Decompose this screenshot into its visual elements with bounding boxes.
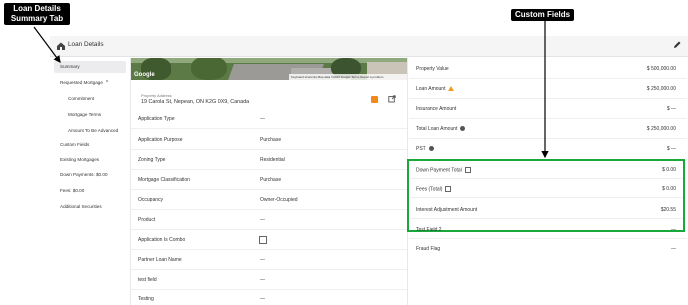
loan-details-callout: Loan Details Summary Tab (4, 3, 70, 25)
test-field-2-value: — (671, 227, 676, 233)
fees-total-label: Fees (Total) (416, 186, 443, 193)
sidebar-item-fees[interactable]: Fees: $0.00 (54, 185, 126, 197)
property-address-value: 19 Carola St, Nepean, ON K2G 0X9, Canada (141, 99, 250, 105)
property-address-label: Property Address (141, 93, 172, 98)
sidebar-item-commitment[interactable]: Commitment (62, 93, 126, 105)
page-title: Loan Details (68, 41, 104, 48)
external-link-icon[interactable] (445, 186, 452, 192)
loan-amount-label: Loan Amount (416, 86, 446, 92)
google-logo: Google (134, 72, 155, 78)
total-loan-amount-value: $ 250,000.00 (646, 126, 676, 132)
down-payment-total-row: Down Payment Total (416, 167, 471, 173)
application-is-combo-label: Application Is Combo (138, 237, 186, 243)
copy-address-button[interactable] (371, 96, 378, 103)
property-value-label: Property Value (416, 66, 449, 72)
street-view-map[interactable]: Google Keyboard shortcuts Map data ©2023… (131, 58, 407, 80)
total-loan-amount-label: Total Loan Amount (416, 126, 458, 132)
product-value: — (260, 217, 265, 223)
application-purpose-label: Application Purpose (138, 137, 183, 143)
application-is-combo-checkbox[interactable] (259, 236, 267, 244)
info-icon[interactable] (428, 146, 434, 152)
testing-label: Testing (138, 296, 154, 302)
sidebar-item-additional-securities[interactable]: Additional Securities (54, 201, 126, 213)
property-value-value: $ 500,000.00 (646, 66, 676, 72)
mortgage-classification-label: Mortgage Classification (138, 177, 190, 183)
insurance-amount-value: $ — (666, 106, 676, 112)
test-field-value: — (260, 277, 265, 283)
zoning-type-value: Residential (260, 157, 285, 163)
map-credits[interactable]: Keyboard shortcuts Map data ©2023 Google… (289, 74, 407, 80)
sidebar: Summary Requested Mortgage ^ Commitment M… (50, 58, 128, 305)
application-purpose-value: Purchase (260, 137, 282, 143)
sidebar-item-mortgage-terms[interactable]: Mortgage Terms (62, 109, 126, 121)
sidebar-item-existing-mortgages[interactable]: Existing Mortgages (54, 154, 126, 166)
partner-loan-name-label: Partner Loan Name (138, 257, 182, 263)
down-payment-total-value: $ 0.00 (662, 167, 676, 173)
loan-amount-row: Loan Amount (416, 86, 455, 92)
external-link-icon[interactable] (464, 167, 471, 173)
house-icon (57, 42, 65, 50)
loan-amount-value: $ 250,000.00 (646, 86, 676, 92)
interest-adjustment-amount-value: $20.55 (660, 207, 676, 213)
warning-icon (448, 86, 455, 92)
sidebar-item-requested-mortgage[interactable]: Requested Mortgage ^ (54, 77, 126, 89)
chevron-up-icon: ^ (105, 80, 109, 86)
occupancy-value: Owner-Occupied (260, 197, 298, 203)
info-icon[interactable] (460, 126, 466, 132)
pst-value: $ — (666, 146, 676, 152)
fraud-flag-label: Fraud Flag (416, 246, 441, 252)
test-field-label: test field (138, 277, 157, 283)
partner-loan-name-value: — (260, 257, 265, 263)
custom-fields-callout: Custom Fields (511, 9, 575, 21)
external-link-icon[interactable] (388, 95, 396, 103)
fees-total-value: $ 0.00 (662, 186, 676, 192)
pst-row: PST (416, 146, 434, 152)
mortgage-classification-value: Purchase (260, 177, 282, 183)
loan-details-header: Loan Details (50, 36, 688, 57)
fees-total-row: Fees (Total) (416, 186, 452, 193)
product-label: Product (138, 217, 156, 223)
occupancy-label: Occupancy (138, 197, 164, 203)
pst-label: PST (416, 146, 426, 152)
insurance-amount-label: Insurance Amount (416, 106, 457, 112)
pencil-icon[interactable] (672, 40, 682, 50)
testing-value: — (260, 296, 265, 302)
application-type-label: Application Type (138, 116, 175, 122)
total-loan-amount-row: Total Loan Amount (416, 126, 466, 132)
application-type-value: — (260, 116, 265, 122)
down-payment-total-label: Down Payment Total (416, 167, 462, 174)
sidebar-item-down-payments[interactable]: Down Payments: $0.00 (54, 169, 126, 181)
interest-adjustment-amount-label: Interest Adjustment Amount (416, 207, 478, 213)
fraud-flag-value: — (671, 246, 676, 252)
test-field-2-label: Test Field 2 (416, 227, 442, 233)
zoning-type-label: Zoning Type (138, 157, 166, 163)
sidebar-item-summary[interactable]: Summary (54, 61, 126, 73)
sidebar-item-amount-to-be-advanced[interactable]: Amount To Be Advanced (62, 125, 126, 137)
sidebar-item-custom-fields[interactable]: Custom Fields (54, 139, 126, 151)
